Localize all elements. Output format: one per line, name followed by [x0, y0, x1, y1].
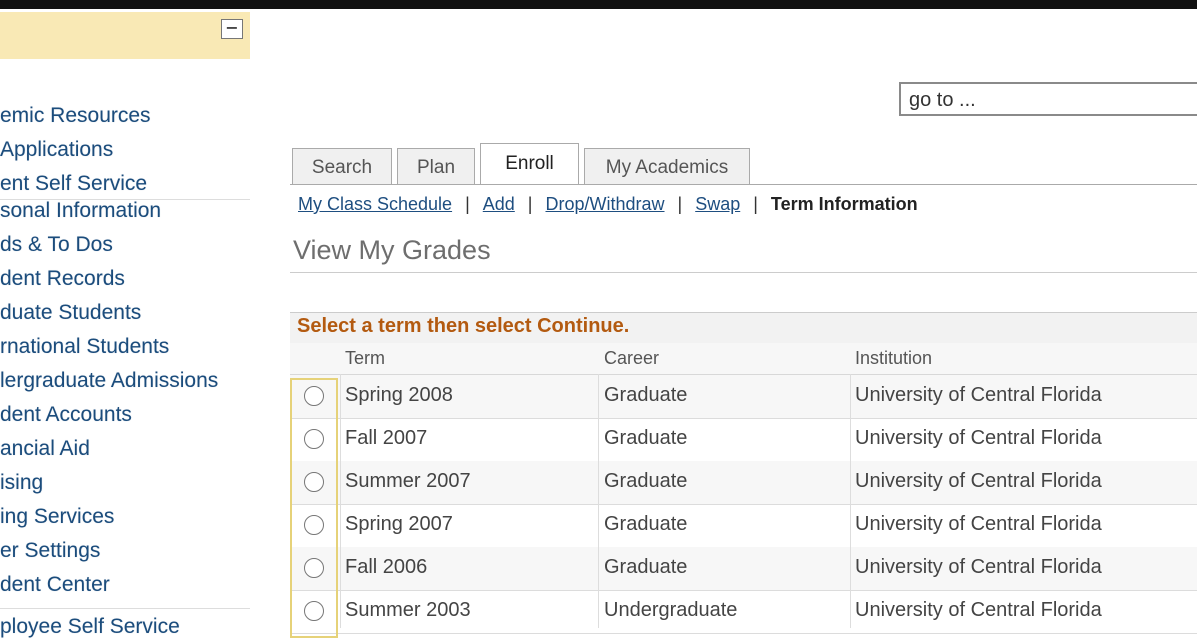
term-radio-button[interactable]	[304, 601, 324, 621]
cell-term: Fall 2007	[345, 427, 428, 449]
column-header-career[interactable]: Career	[604, 348, 659, 369]
cell-career: Graduate	[604, 513, 688, 535]
cell-term: Summer 2007	[345, 470, 471, 492]
cell-term: Spring 2007	[345, 513, 453, 535]
column-header-term[interactable]: Term	[345, 348, 385, 369]
cell-term: Summer 2003	[345, 599, 471, 621]
term-radio-button[interactable]	[304, 429, 324, 449]
link-my-class-schedule[interactable]: My Class Schedule	[298, 194, 452, 214]
cell-career: Graduate	[604, 427, 688, 449]
menu-header	[0, 12, 250, 59]
page-title: View My Grades	[293, 235, 491, 265]
subnav-separator: |	[465, 194, 470, 214]
cell-term: Spring 2008	[345, 384, 453, 406]
menu-item-employee-self-service[interactable]: ployee Self Service	[0, 615, 180, 639]
cell-institution: University of Central Florida	[855, 599, 1102, 621]
menu-item-financial-aid[interactable]: ancial Aid	[0, 437, 90, 461]
tab-plan[interactable]: Plan	[397, 148, 475, 185]
cell-institution: University of Central Florida	[855, 556, 1102, 578]
column-divider	[340, 374, 341, 628]
term-radio-button[interactable]	[304, 386, 324, 406]
cell-career: Graduate	[604, 470, 688, 492]
radio-selection-column	[290, 378, 338, 638]
menu-item-student-self-service[interactable]: ent Self Service	[0, 172, 147, 196]
current-term-information: Term Information	[770, 194, 918, 214]
tab-search[interactable]: Search	[292, 148, 392, 185]
menu-item-undergraduate-admissions[interactable]: lergraduate Admissions	[0, 369, 218, 393]
cell-institution: University of Central Florida	[855, 470, 1102, 492]
collapse-menu-button[interactable]: −	[221, 19, 243, 39]
cell-term: Fall 2006	[345, 556, 428, 578]
grid-header	[290, 343, 1197, 375]
cell-career: Undergraduate	[604, 599, 738, 621]
grid-title: Select a term then select Continue.	[297, 315, 630, 337]
tab-baseline	[290, 184, 1197, 185]
menu-item-personal-information[interactable]: sonal Information	[0, 199, 161, 223]
subnav-separator: |	[753, 194, 758, 214]
menu-item-testing-services[interactable]: ing Services	[0, 505, 114, 529]
cell-institution: University of Central Florida	[855, 427, 1102, 449]
column-divider	[850, 374, 851, 628]
link-swap[interactable]: Swap	[695, 194, 740, 214]
term-radio-button[interactable]	[304, 558, 324, 578]
cell-institution: University of Central Florida	[855, 513, 1102, 535]
tab-my-academics[interactable]: My Academics	[584, 148, 750, 185]
cell-career: Graduate	[604, 556, 688, 578]
column-divider	[598, 374, 599, 628]
menu-item-student-records[interactable]: dent Records	[0, 267, 125, 291]
menu-item-applications[interactable]: Applications	[0, 138, 113, 162]
cell-career: Graduate	[604, 384, 688, 406]
link-add[interactable]: Add	[483, 194, 515, 214]
menu-item-graduate-students[interactable]: duate Students	[0, 301, 141, 325]
column-header-institution[interactable]: Institution	[855, 348, 932, 369]
link-drop-withdraw[interactable]: Drop/Withdraw	[545, 194, 664, 214]
menu-item-holds-todos[interactable]: ds & To Dos	[0, 233, 113, 257]
menu-divider	[0, 608, 250, 609]
term-radio-button[interactable]	[304, 515, 324, 535]
term-radio-button[interactable]	[304, 472, 324, 492]
subnav-separator: |	[677, 194, 683, 214]
menu-item-user-settings[interactable]: er Settings	[0, 539, 100, 563]
goto-input[interactable]: go to ...	[899, 82, 1197, 116]
menu-item-student-accounts[interactable]: dent Accounts	[0, 403, 132, 427]
sub-navigation: My Class Schedule | Add | Drop/Withdraw | Swap…	[298, 194, 918, 215]
cell-institution: University of Central Florida	[855, 384, 1102, 406]
menu-item-advising[interactable]: ising	[0, 471, 43, 495]
menu-item-international-students[interactable]: rnational Students	[0, 335, 169, 359]
menu-item-student-center[interactable]: dent Center	[0, 573, 110, 597]
menu-item-academic-resources[interactable]: emic Resources	[0, 104, 151, 128]
title-divider	[290, 272, 1197, 273]
subnav-separator: |	[527, 194, 533, 214]
tab-enroll[interactable]: Enroll	[480, 143, 579, 185]
top-bar	[0, 0, 1197, 9]
